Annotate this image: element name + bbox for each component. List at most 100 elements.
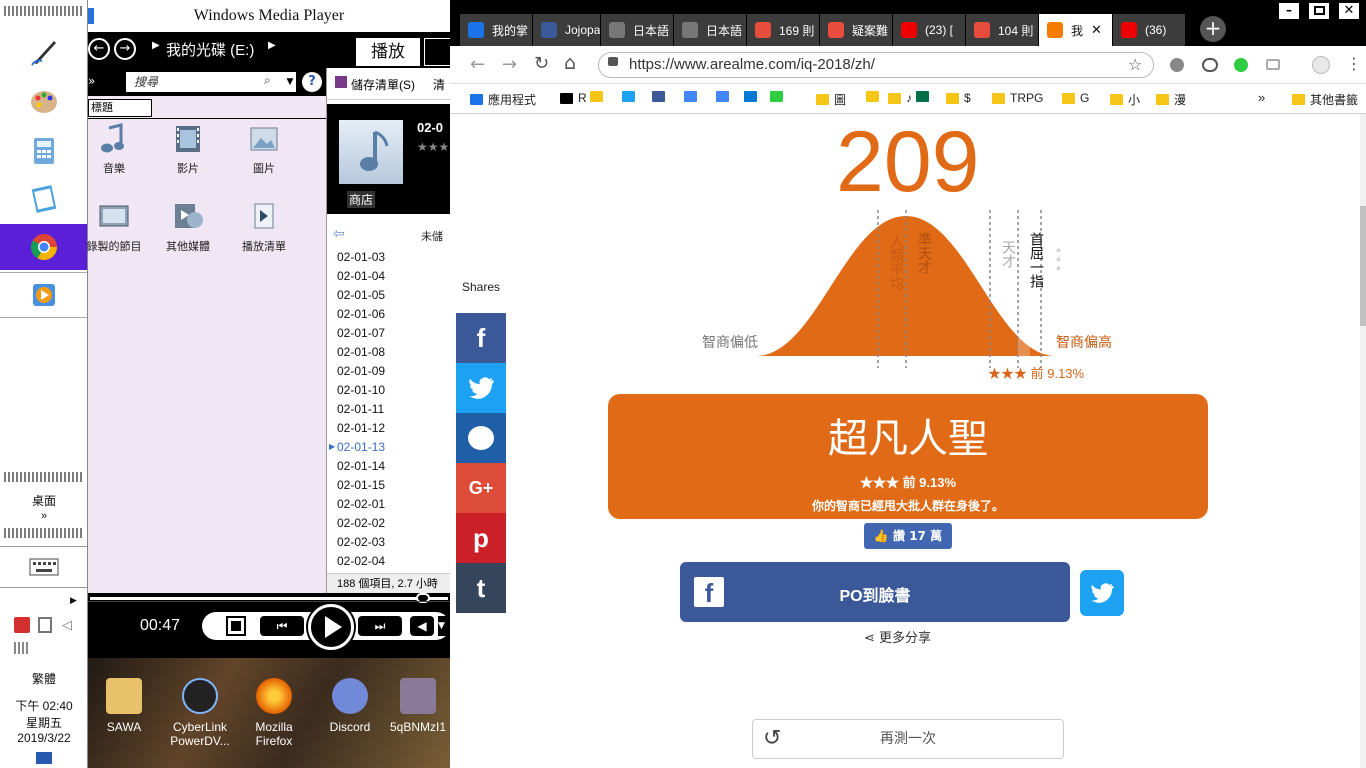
bookmark-item[interactable] <box>684 91 697 102</box>
cast-extension-icon[interactable] <box>1266 59 1280 70</box>
share-facebook-button[interactable]: f <box>456 313 506 363</box>
close-window-button[interactable]: ✕ <box>1338 2 1360 20</box>
bookmark-item[interactable] <box>744 91 757 102</box>
tab-burn[interactable] <box>424 38 450 66</box>
volume-dropdown-icon[interactable]: ▼ <box>438 616 450 636</box>
track-item[interactable]: 02-01-05 <box>337 288 385 302</box>
twitter-post-button[interactable] <box>1080 570 1124 616</box>
scrollbar-thumb[interactable] <box>1360 206 1366 326</box>
clock-date[interactable]: 2019/3/22 <box>0 731 88 745</box>
rating-stars[interactable]: ★★★ <box>417 140 449 154</box>
like-button[interactable]: 👍 讚 17 萬 <box>864 523 952 549</box>
maximize-button[interactable] <box>1308 2 1330 20</box>
breadcrumb[interactable]: 我的光碟 (E:) <box>166 39 254 60</box>
desktop-icon-firefox[interactable]: Mozilla Firefox <box>238 678 310 748</box>
extension-icon[interactable] <box>1170 58 1184 72</box>
new-tab-button[interactable]: + <box>1200 16 1226 42</box>
library-pictures[interactable]: 圖片 <box>228 122 300 176</box>
browser-tab[interactable]: 日本語 <box>674 14 747 46</box>
column-header-title[interactable]: 標題 <box>88 99 152 117</box>
bookmarks-overflow[interactable]: » <box>1258 90 1265 105</box>
overflow-chevron-icon[interactable]: » <box>88 74 95 88</box>
taskbar-app-notepad[interactable] <box>0 176 87 222</box>
close-tab-icon[interactable]: ✕ <box>1091 22 1102 38</box>
bookmark-item[interactable]: ♪ <box>888 91 912 105</box>
bookmark-item[interactable]: $ <box>946 91 971 105</box>
chevron-down-icon[interactable]: » <box>0 510 88 522</box>
volume-icon[interactable]: ◁ <box>62 618 72 633</box>
track-item[interactable]: 02-01-07 <box>337 326 385 340</box>
taskbar-grip-bottom[interactable] <box>4 528 82 538</box>
library-recorded-tv[interactable]: 錄製的節目 <box>78 200 150 254</box>
bookmark-item[interactable] <box>916 91 929 102</box>
track-item[interactable]: 02-01-11 <box>337 402 384 416</box>
share-messenger-button[interactable] <box>456 413 506 463</box>
network-icon[interactable] <box>14 642 30 654</box>
bookmark-item[interactable] <box>622 91 635 102</box>
track-item[interactable]: 02-01-09 <box>337 364 385 378</box>
store-link[interactable]: 商店 <box>347 191 376 208</box>
ime-language[interactable]: 繁體 <box>0 670 88 687</box>
taskbar-app-chrome[interactable] <box>0 224 87 270</box>
browser-tab[interactable]: 104 則 <box>966 14 1039 46</box>
desktop-icon-image[interactable]: 5qBNMzI1 <box>386 678 450 734</box>
forward-button[interactable]: → <box>114 38 136 60</box>
back-button[interactable]: ← <box>88 38 110 60</box>
browser-tab[interactable]: (23) [ <box>893 14 966 46</box>
bookmark-item[interactable]: 圖 <box>816 91 846 108</box>
mute-button[interactable]: ◀ <box>410 616 434 636</box>
track-item[interactable]: 02-01-08 <box>337 345 385 359</box>
track-item[interactable]: 02-02-04 <box>337 554 385 568</box>
minimize-button[interactable]: – <box>1278 2 1300 20</box>
track-item-current[interactable]: 02-01-13 <box>337 440 385 454</box>
taskbar-app-pen[interactable] <box>0 28 87 74</box>
track-item[interactable]: 02-02-02 <box>337 516 385 530</box>
album-art[interactable] <box>339 120 403 184</box>
bookmark-item[interactable]: R <box>560 91 587 105</box>
show-desktop-icon[interactable] <box>36 752 52 764</box>
bookmark-star-icon[interactable]: ☆ <box>1128 55 1142 74</box>
browser-tab[interactable]: 日本語 <box>601 14 674 46</box>
library-music[interactable]: 音樂 <box>78 122 150 176</box>
clock-weekday[interactable]: 星期五 <box>0 714 88 731</box>
reload-icon[interactable]: ↻ <box>534 53 549 74</box>
more-share-button[interactable]: ⋖ 更多分享 <box>864 628 950 650</box>
share-pinterest-button[interactable]: p <box>456 513 506 563</box>
stop-button[interactable] <box>226 616 246 636</box>
browser-tab[interactable]: Jojopa <box>533 14 601 46</box>
taskbar-grip-top[interactable] <box>4 6 83 16</box>
share-extension-icon[interactable] <box>1234 58 1248 72</box>
bookmark-item[interactable]: TRPG <box>992 91 1043 105</box>
line-extension-icon[interactable] <box>1202 58 1218 72</box>
tray-expand-icon[interactable]: ▶ <box>70 596 77 606</box>
other-bookmarks[interactable]: 其他書籤 <box>1292 91 1358 108</box>
browser-tab[interactable]: (36) <box>1113 14 1186 46</box>
desktop-label[interactable]: 桌面 <box>0 492 88 509</box>
library-playlists[interactable]: 播放清單 <box>228 200 300 254</box>
desktop-icon-sawa[interactable]: SAWA <box>88 678 160 734</box>
browser-tab[interactable]: 我 ✕ <box>1039 14 1113 46</box>
battery-icon[interactable] <box>38 617 52 633</box>
share-twitter-button[interactable] <box>456 363 506 413</box>
browser-tab[interactable]: 疑案難 <box>820 14 893 46</box>
share-googleplus-button[interactable]: G+ <box>456 463 506 513</box>
library-videos[interactable]: 影片 <box>152 122 224 176</box>
track-item[interactable]: 02-01-04 <box>337 269 385 283</box>
next-button[interactable]: ⏭ <box>358 616 402 636</box>
clock-time[interactable]: 下午 02:40 <box>0 697 88 714</box>
track-item[interactable]: 02-01-06 <box>337 307 385 321</box>
bookmark-item[interactable]: 小 <box>1110 91 1140 108</box>
bookmark-item[interactable] <box>716 91 729 102</box>
seek-bar[interactable] <box>90 597 448 600</box>
lock-icon[interactable] <box>608 57 618 66</box>
track-item[interactable]: 02-01-12 <box>337 421 385 435</box>
bookmark-item[interactable] <box>866 91 879 102</box>
taskbar-grip-mid[interactable] <box>4 472 82 482</box>
play-button[interactable] <box>308 604 354 650</box>
help-icon[interactable]: ? <box>302 72 322 92</box>
forward-arrow-icon[interactable]: → <box>502 54 517 75</box>
search-icon[interactable]: ⌕ <box>264 73 271 88</box>
desktop-icon-cyberlink[interactable]: CyberLink PowerDV... <box>164 678 236 748</box>
share-tumblr-button[interactable]: t <box>456 563 506 613</box>
taskbar-app-wmp[interactable] <box>0 272 87 318</box>
